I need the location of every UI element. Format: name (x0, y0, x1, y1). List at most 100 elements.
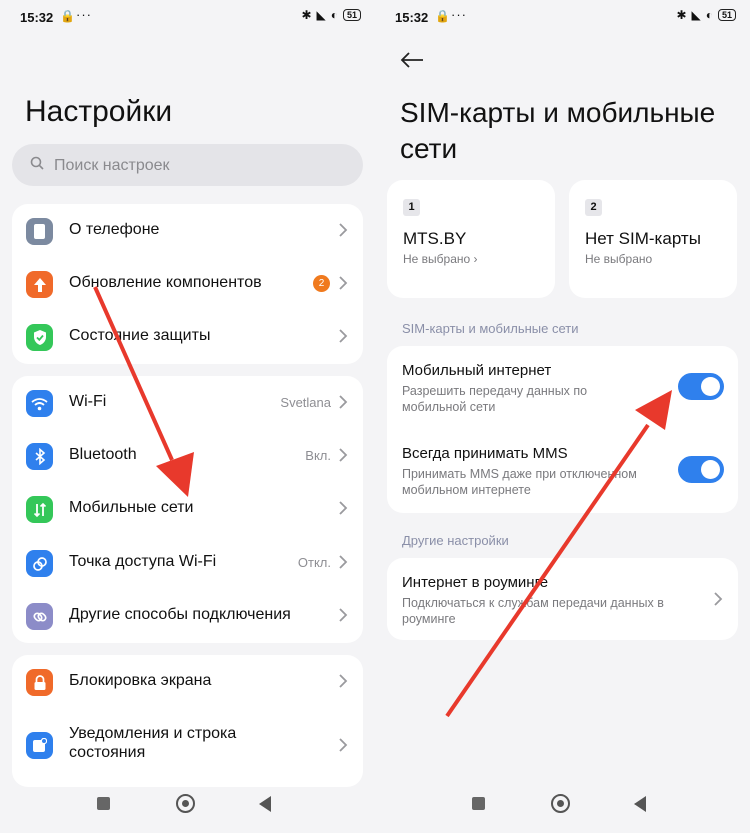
settings-group-device: О телефоне Обновление компонентов 2 Сост… (12, 204, 363, 364)
wifi-status-icon: ◐ (705, 8, 713, 22)
settings-item-mobile-networks[interactable]: Мобильные сети (12, 482, 363, 535)
settings-group-connections: Wi-Fi Svetlana Bluetooth Вкл. Мобильные … (12, 376, 363, 643)
settings-item-label: О телефоне (69, 221, 160, 238)
settings-item-label: Wi-Fi (69, 393, 107, 410)
recents-button[interactable] (97, 797, 110, 810)
settings-screen: 15:32 🔒 ··· ✱ ◣ ◐ 51 Настройки Поиск нас… (0, 0, 375, 833)
setting-title: Всегда принимать MMS (402, 445, 568, 462)
settings-group-display: Блокировка экрана Уведомления и строка с… (12, 655, 363, 787)
chevron-right-icon (339, 276, 348, 290)
lock-icon (26, 669, 53, 696)
settings-item-label: Другие способы подключения (69, 606, 291, 623)
back-arrow-icon[interactable] (400, 50, 424, 70)
settings-item-value: Svetlana (280, 395, 331, 410)
home-button[interactable] (176, 794, 195, 813)
bluetooth-status-icon: ✱ (676, 8, 687, 22)
navigation-bar (0, 783, 375, 833)
sim-status: Не выбрано (585, 252, 653, 266)
status-icons: ✱ ◣ ◐ 51 (301, 8, 361, 22)
signal-icon: ◣ (691, 8, 701, 22)
more-notifications-icon: ··· (76, 7, 92, 22)
hotspot-icon (26, 550, 53, 577)
chevron-right-icon (339, 674, 348, 688)
lock-status-icon: 🔒 (60, 9, 75, 23)
settings-item-updates[interactable]: Обновление компонентов 2 (12, 257, 363, 310)
setting-description: Подключаться к службам передачи данных в… (402, 596, 664, 626)
sim-slot-number: 1 (403, 199, 420, 216)
upload-icon (26, 271, 53, 298)
settings-item-notifications[interactable]: Уведомления и строка состояния (12, 715, 363, 775)
signal-icon: ◣ (316, 8, 326, 22)
search-icon (30, 156, 44, 170)
sim-card-1[interactable]: 1 MTS.BY Не выбрано › (387, 180, 555, 298)
recents-button[interactable] (472, 797, 485, 810)
chevron-right-icon (339, 329, 348, 343)
sim-card-2[interactable]: 2 Нет SIM-карты Не выбрано (569, 180, 737, 298)
back-button[interactable] (634, 796, 646, 812)
setting-description: Разрешить передачу данных по мобильной с… (402, 384, 588, 414)
chevron-right-icon (339, 448, 348, 462)
shield-check-icon (26, 324, 53, 351)
mms-toggle[interactable] (678, 456, 724, 483)
settings-item-label: Мобильные сети (69, 499, 194, 516)
settings-item-value: Откл. (297, 555, 331, 570)
status-bar: 15:32 🔒 ··· ✱ ◣ ◐ 51 (0, 0, 375, 36)
navigation-bar (375, 783, 750, 833)
settings-item-about-phone[interactable]: О телефоне (12, 204, 363, 257)
back-button[interactable] (259, 796, 271, 812)
settings-item-security-status[interactable]: Состояние защиты (12, 310, 363, 363)
mobile-data-icon (26, 496, 53, 523)
link-icon (26, 603, 53, 630)
battery-icon: 51 (717, 9, 736, 21)
bluetooth-icon (26, 443, 53, 470)
bluetooth-status-icon: ✱ (301, 8, 312, 22)
search-input[interactable]: Поиск настроек (12, 144, 363, 186)
settings-item-label: Уведомления и строка (69, 725, 237, 742)
settings-item-label: Состояние защиты (69, 327, 211, 344)
chevron-right-icon (714, 592, 723, 606)
section-header-other: Другие настройки (402, 533, 509, 548)
chevron-right-icon (339, 223, 348, 237)
settings-item-hotspot[interactable]: Точка доступа Wi-Fi Откл. (12, 536, 363, 589)
status-icons: ✱ ◣ ◐ 51 (676, 8, 736, 22)
mobile-internet-toggle[interactable] (678, 373, 724, 400)
settings-item-wifi[interactable]: Wi-Fi Svetlana (12, 376, 363, 429)
chevron-right-icon (339, 555, 348, 569)
sim-status: Не выбрано › (403, 252, 478, 266)
setting-title: Интернет в роуминге (402, 574, 549, 591)
settings-item-label: Обновление компонентов (69, 274, 262, 291)
setting-always-mms[interactable]: Всегда принимать MMS Принимать MMS даже … (387, 428, 738, 513)
more-notifications-icon: ··· (451, 7, 467, 22)
home-button[interactable] (551, 794, 570, 813)
wifi-icon (26, 390, 53, 417)
sim-cards-screen: 15:32 🔒 ··· ✱ ◣ ◐ 51 SIM-карты и мобильн… (375, 0, 750, 833)
chevron-right-icon (339, 501, 348, 515)
update-count-badge: 2 (313, 275, 330, 292)
status-bar: 15:32 🔒 ··· ✱ ◣ ◐ 51 (375, 0, 750, 36)
phone-icon (26, 218, 53, 245)
chevron-right-icon (339, 395, 348, 409)
battery-icon: 51 (342, 9, 361, 21)
status-time: 15:32 (20, 10, 54, 25)
notification-icon (26, 732, 53, 759)
settings-item-value: Вкл. (305, 448, 331, 463)
roaming-group: Интернет в роуминге Подключаться к служб… (387, 558, 738, 640)
settings-item-label: Точка доступа Wi-Fi (69, 553, 217, 570)
setting-roaming-internet[interactable]: Интернет в роуминге Подключаться к служб… (387, 558, 738, 640)
settings-item-other-connections[interactable]: Другие способы подключения (12, 589, 363, 642)
setting-mobile-internet[interactable]: Мобильный интернет Разрешить передачу да… (387, 346, 738, 428)
setting-description: Принимать MMS даже при отключенном мобил… (402, 467, 637, 497)
lock-status-icon: 🔒 (435, 9, 450, 23)
settings-item-label: Bluetooth (69, 446, 137, 463)
setting-title: Мобильный интернет (402, 362, 552, 379)
settings-item-bluetooth[interactable]: Bluetooth Вкл. (12, 429, 363, 482)
sim-slot-number: 2 (585, 199, 602, 216)
settings-item-label-line2: состояния (69, 744, 146, 761)
sim-operator-name: MTS.BY (403, 229, 467, 248)
chevron-right-icon (339, 738, 348, 752)
page-title: SIM-карты и мобильные сети (400, 97, 716, 164)
chevron-right-icon (339, 608, 348, 622)
sim-operator-name: Нет SIM-карты (585, 229, 701, 248)
settings-item-lock-screen[interactable]: Блокировка экрана (12, 655, 363, 708)
chevron-right-icon: › (473, 252, 478, 266)
